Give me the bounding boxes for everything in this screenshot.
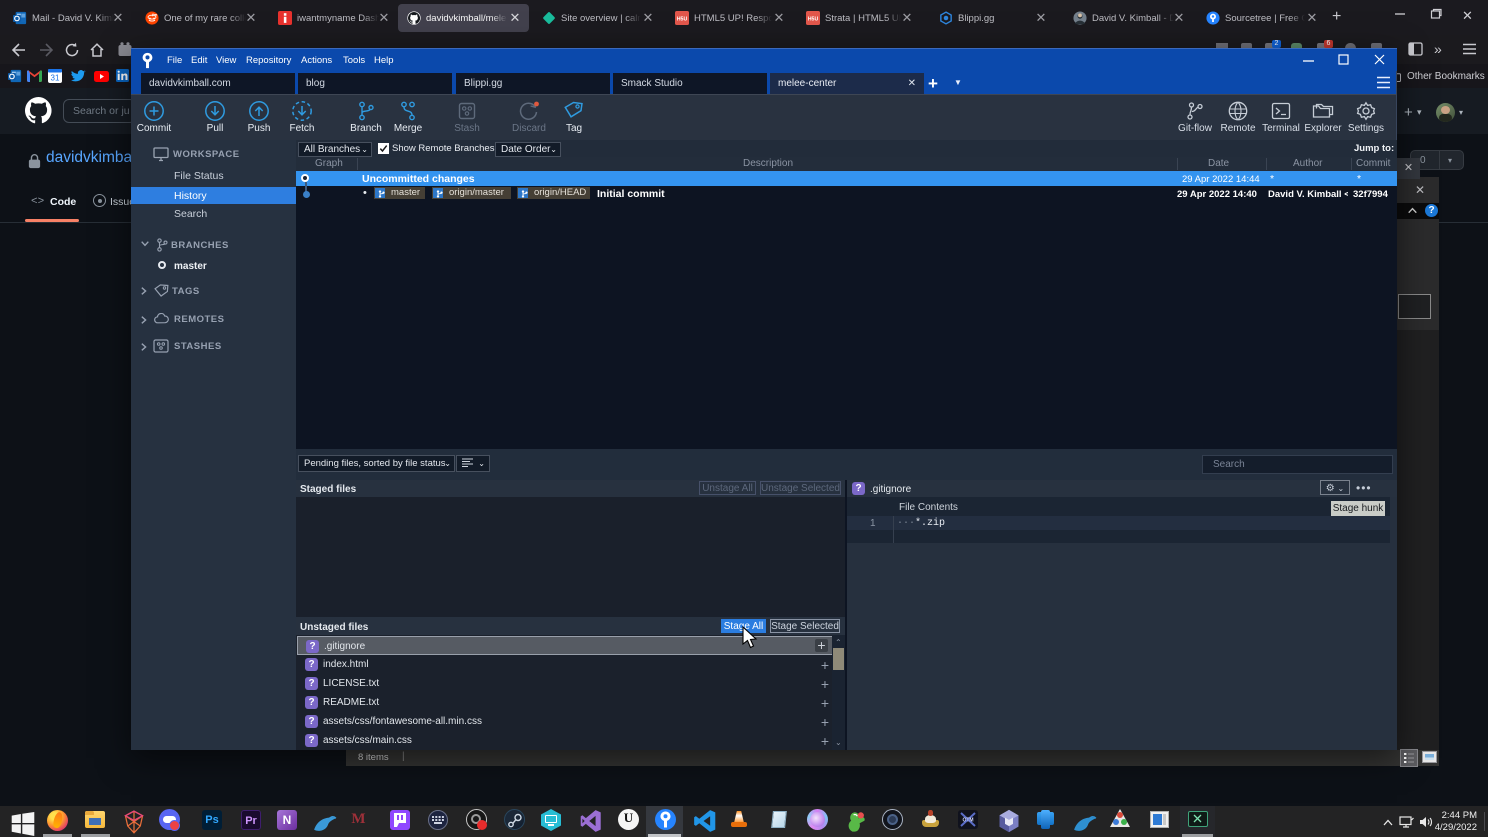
svg-text:H5U: H5U	[677, 17, 688, 23]
svg-text:31: 31	[51, 74, 60, 83]
svg-text:H5U: H5U	[808, 17, 819, 23]
svg-text:OTM: OTM	[962, 818, 973, 824]
